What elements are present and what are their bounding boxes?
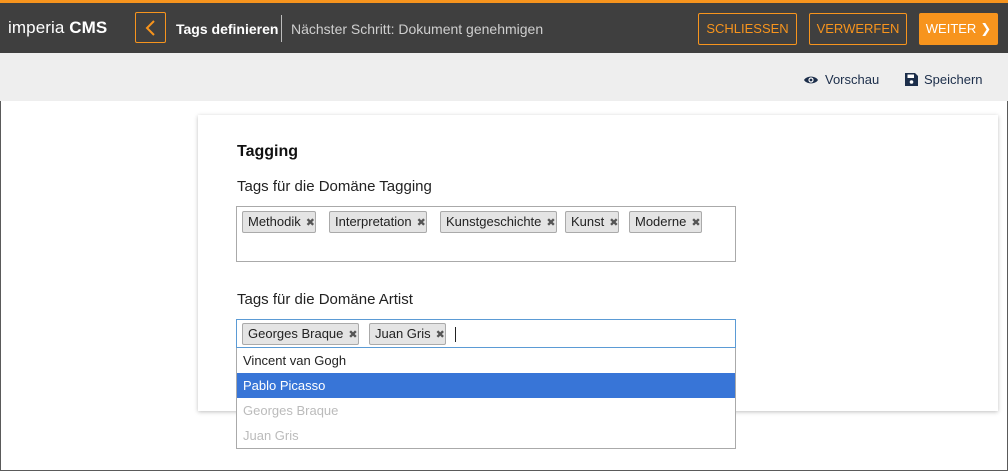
remove-tag-icon[interactable]: ✖ <box>691 217 700 229</box>
tag-chip: Georges Braque ✖ <box>242 323 359 345</box>
text-cursor <box>455 327 456 342</box>
field-label-artist: Tags für die Domäne Artist <box>237 291 413 308</box>
tag-chip: Kunst ✖ <box>565 211 620 233</box>
tag-label: Georges Braque <box>248 326 344 341</box>
logo-text-bold: CMS <box>69 18 108 37</box>
chevron-left-icon <box>145 20 155 36</box>
tag-chip: Juan Gris ✖ <box>369 323 446 345</box>
remove-tag-icon[interactable]: ✖ <box>417 217 426 229</box>
tag-input-tagging[interactable]: Methodik ✖ Interpretation ✖ Kunstgeschicht… <box>236 206 736 262</box>
tag-chip: Moderne ✖ <box>629 211 702 233</box>
next-button-label: WEITER <box>925 21 977 36</box>
tag-chip: Methodik ✖ <box>242 211 316 233</box>
tag-label: Moderne <box>635 214 687 229</box>
back-button[interactable] <box>135 12 166 43</box>
close-button[interactable]: SCHLIESSEN <box>698 13 797 45</box>
eye-icon <box>804 76 818 84</box>
save-label: Speichern <box>924 72 983 87</box>
remove-tag-icon[interactable]: ✖ <box>306 217 315 229</box>
save-button[interactable]: Speichern <box>905 72 983 87</box>
tag-label: Juan Gris <box>375 326 431 341</box>
close-button-label: SCHLIESSEN <box>706 21 789 36</box>
top-bar: imperia CMS Tags definieren Nächster Sch… <box>0 0 1008 53</box>
dropdown-option-disabled: Georges Braque <box>243 403 339 418</box>
section-title: Tagging <box>237 143 299 160</box>
discard-button[interactable]: VERWERFEN <box>809 13 907 45</box>
field-label-tagging: Tags für die Domäne Tagging <box>237 178 432 195</box>
page-title: Tags definieren <box>176 21 279 37</box>
preview-label: Vorschau <box>825 72 880 87</box>
dropdown-option-disabled: Juan Gris <box>243 428 299 443</box>
suggestion-dropdown: Vincent van Gogh Pablo Picasso Georges B… <box>236 348 736 449</box>
floppy-disk-icon <box>905 73 918 86</box>
next-button[interactable]: WEITER ❯ <box>919 13 998 45</box>
chevron-right-icon: ❯ <box>980 21 992 36</box>
tag-chip: Kunstgeschichte ✖ <box>440 211 557 233</box>
discard-button-label: VERWERFEN <box>816 21 900 36</box>
remove-tag-icon[interactable]: ✖ <box>546 217 555 229</box>
header-divider <box>281 15 282 42</box>
remove-tag-icon[interactable]: ✖ <box>348 329 357 341</box>
tag-label: Kunst <box>571 214 605 229</box>
remove-tag-icon[interactable]: ✖ <box>609 217 618 229</box>
dropdown-option[interactable]: Vincent van Gogh <box>237 348 735 373</box>
remove-tag-icon[interactable]: ✖ <box>436 329 445 341</box>
tag-label: Interpretation <box>335 214 412 229</box>
preview-button[interactable]: Vorschau <box>803 72 879 87</box>
logo: imperia CMS <box>8 18 107 38</box>
tag-label: Methodik <box>248 214 301 229</box>
tag-chip: Interpretation ✖ <box>329 211 427 233</box>
dropdown-option-highlighted[interactable]: Pablo Picasso <box>237 373 735 398</box>
tag-label: Kunstgeschichte <box>446 214 542 229</box>
next-step-text: Nächster Schritt: Dokument genehmigen <box>291 21 544 37</box>
logo-text: imperia <box>8 18 65 37</box>
tag-input-artist[interactable]: Georges Braque ✖ Juan Gris ✖ <box>236 319 736 348</box>
